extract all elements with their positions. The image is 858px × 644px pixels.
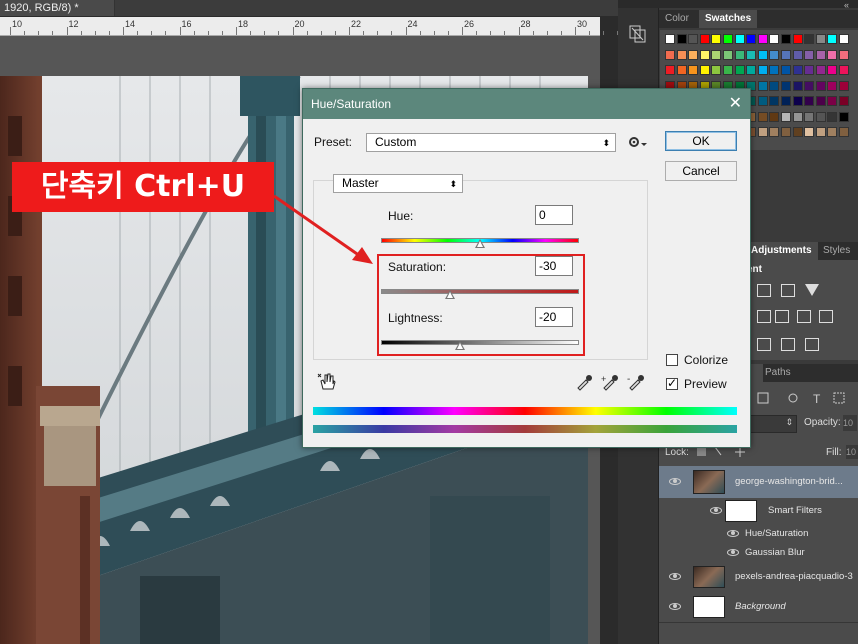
annotation-highlight-box: [377, 254, 585, 356]
shortcut-annotation-label: 단축키 Ctrl+U: [12, 162, 274, 212]
